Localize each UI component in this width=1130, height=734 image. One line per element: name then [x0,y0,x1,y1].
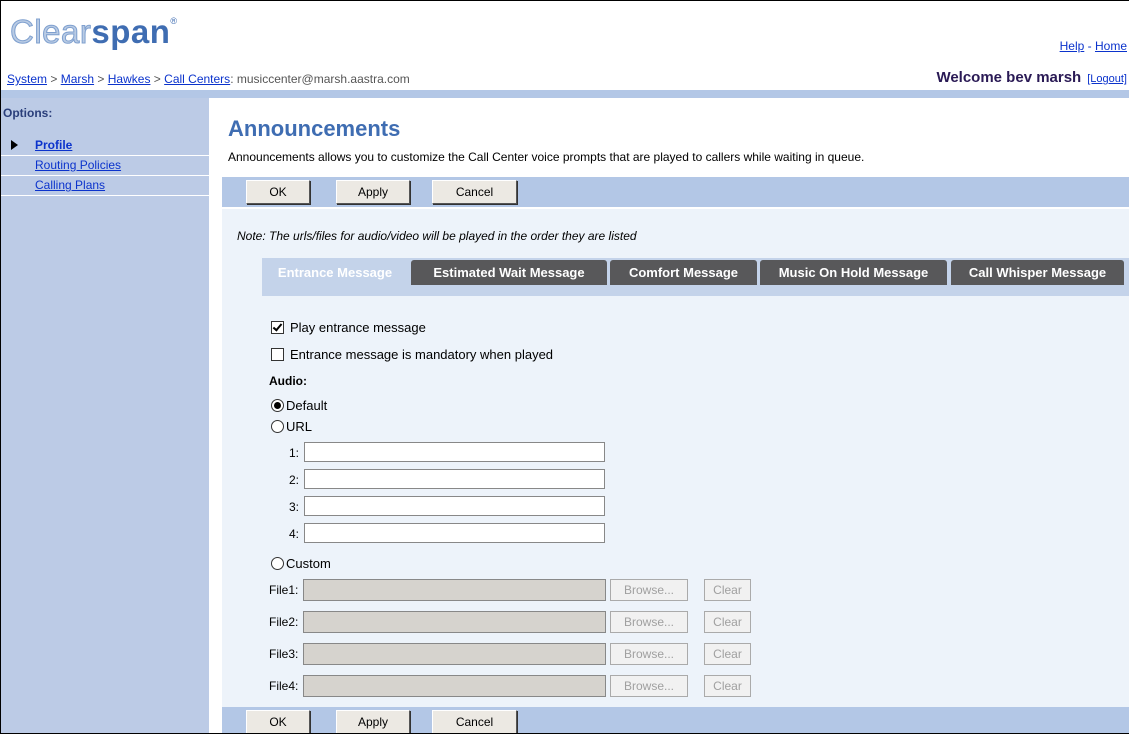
file-1-clear-button: Clear [704,579,751,601]
audio-custom-label: Custom [286,556,331,571]
tab-comfort-message[interactable]: Comfort Message [610,260,757,285]
url-1-label: 1: [289,446,300,460]
file-3-field [303,643,606,665]
breadcrumb-sep-3: > [153,72,161,86]
ok-button-bottom[interactable]: OK [246,710,310,733]
sidebar-item-label[interactable]: Calling Plans [35,178,105,192]
top-button-bar: OK Apply Cancel [222,177,1129,207]
audio-custom-radio[interactable] [271,557,284,570]
url-2-input[interactable] [304,469,605,489]
top-links-separator: - [1087,39,1092,53]
file-3-label: File3: [269,647,299,661]
file-1-field [303,579,606,601]
ok-button[interactable]: OK [246,180,310,204]
audio-label: Audio: [269,374,307,388]
sidebar-item-profile[interactable]: Profile [1,136,209,156]
url-3-input[interactable] [304,496,605,516]
mandatory-checkbox[interactable] [271,348,284,361]
breadcrumb-sep-2: > [97,72,105,86]
welcome-message: Welcome bev marsh [Logout] [936,69,1127,86]
file-1-label: File1: [269,583,299,597]
file-4-browse-button: Browse... [610,675,688,697]
cancel-button[interactable]: Cancel [432,180,517,204]
url-4-label: 4: [289,527,300,541]
file-4-clear-button: Clear [704,675,751,697]
file-3-clear-button: Clear [704,643,751,665]
tab-entrance-message[interactable]: Entrance Message [262,260,408,285]
tab-estimated-wait-message[interactable]: Estimated Wait Message [411,260,607,285]
header-divider-bar [1,90,1129,98]
cancel-button-bottom[interactable]: Cancel [432,710,517,733]
announcement-panel: Note: The urls/files for audio/video wil… [222,209,1129,707]
file-2-field [303,611,606,633]
file-1-browse-button: Browse... [610,579,688,601]
file-2-browse-button: Browse... [610,611,688,633]
sidebar-heading: Options: [3,106,53,120]
audio-default-radio[interactable] [271,399,284,412]
selected-arrow-icon [11,140,18,150]
page-frame: Clearspan® Help - Home System > Marsh > … [0,0,1129,734]
help-link[interactable]: Help [1060,39,1085,53]
page-title: Announcements [228,116,401,141]
file-4-label: File4: [269,679,299,693]
page-description: Announcements allows you to customize th… [228,150,865,164]
breadcrumb: System > Marsh > Hawkes > Call Centers: … [7,72,410,86]
welcome-text: Welcome bev marsh [936,69,1082,86]
tab-call-whisper-message[interactable]: Call Whisper Message [951,260,1124,285]
main-content: Announcements Announcements allows you t… [219,98,1129,733]
home-link[interactable]: Home [1095,39,1127,53]
file-3-browse-button: Browse... [610,643,688,665]
url-2-label: 2: [289,473,300,487]
file-2-clear-button: Clear [704,611,751,633]
breadcrumb-sep-1: > [50,72,58,86]
order-note: Note: The urls/files for audio/video wil… [237,229,637,243]
play-entrance-checkbox[interactable] [271,321,284,334]
apply-button-bottom[interactable]: Apply [336,710,410,733]
tab-music-on-hold-message[interactable]: Music On Hold Message [760,260,947,285]
audio-url-label: URL [286,419,313,434]
mandatory-label: Entrance message is mandatory when playe… [290,347,554,362]
breadcrumb-hawkes[interactable]: Hawkes [108,72,151,86]
tab-strip: Entrance Message Estimated Wait Message … [262,258,1129,296]
apply-button[interactable]: Apply [336,180,410,204]
logout-link[interactable]: [Logout] [1087,73,1127,85]
sidebar: Options: Profile Routing Policies Callin… [1,98,209,733]
play-entrance-label: Play entrance message [290,320,426,335]
url-3-label: 3: [289,500,300,514]
sidebar-item-label[interactable]: Profile [35,138,72,152]
url-4-input[interactable] [304,523,605,543]
sidebar-item-routing-policies[interactable]: Routing Policies [1,156,209,176]
file-2-label: File2: [269,615,299,629]
sidebar-item-calling-plans[interactable]: Calling Plans [1,176,209,196]
audio-url-radio[interactable] [271,420,284,433]
file-4-field [303,675,606,697]
audio-default-label: Default [286,398,328,413]
breadcrumb-marsh[interactable]: Marsh [61,72,94,86]
breadcrumb-call-centers[interactable]: Call Centers [164,72,230,86]
url-1-input[interactable] [304,442,605,462]
breadcrumb-system[interactable]: System [7,72,47,86]
clearspan-logo: Clearspan® [9,13,178,50]
breadcrumb-current: : musiccenter@marsh.aastra.com [230,72,410,86]
bottom-button-bar: OK Apply Cancel [222,707,1129,733]
top-links: Help - Home [1060,39,1127,53]
sidebar-item-label[interactable]: Routing Policies [35,158,121,172]
